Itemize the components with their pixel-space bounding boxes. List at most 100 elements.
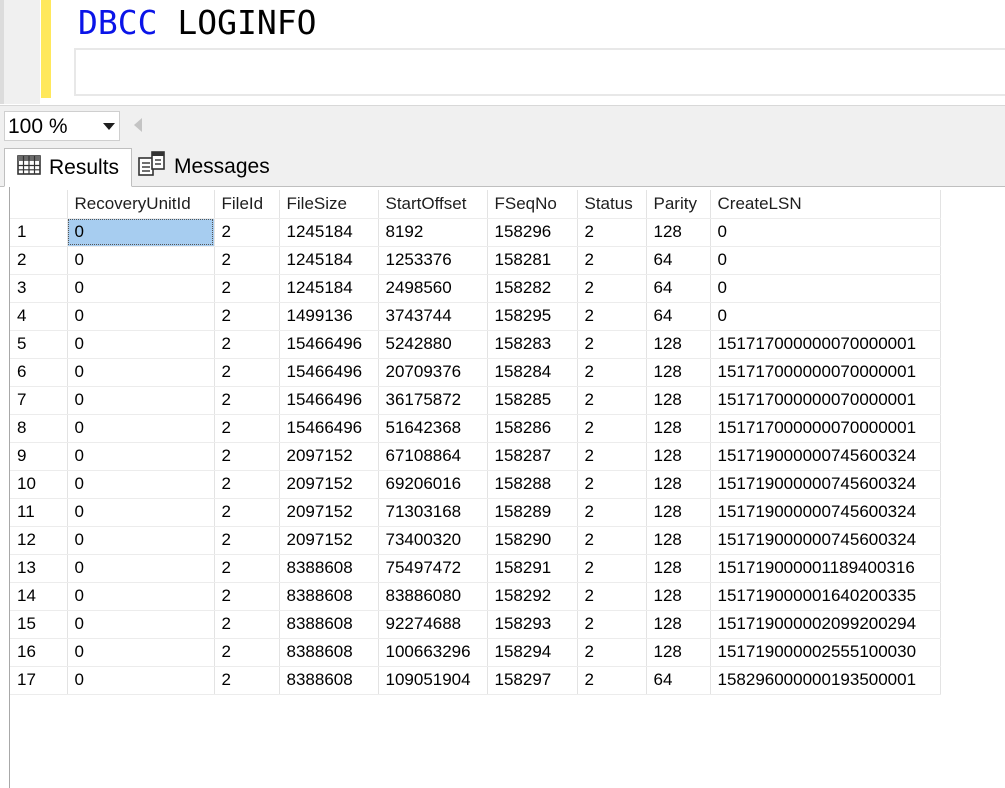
grid-cell[interactable]: 2 bbox=[214, 582, 280, 611]
grid-cell[interactable]: 2 bbox=[577, 442, 647, 471]
grid-cell[interactable]: 158283 bbox=[487, 330, 578, 359]
grid-cell[interactable]: 2 bbox=[577, 302, 647, 331]
results-grid-pane[interactable]: RecoveryUnitId FileId FileSize StartOffset F… bbox=[0, 187, 1005, 788]
grid-cell[interactable]: 2498560 bbox=[378, 274, 488, 303]
grid-cell[interactable]: 3743744 bbox=[378, 302, 488, 331]
grid-cell[interactable]: 15466496 bbox=[279, 358, 379, 387]
grid-cell[interactable]: 2 bbox=[214, 638, 280, 667]
grid-cell[interactable]: 2 bbox=[214, 218, 280, 247]
grid-cell[interactable]: 0 bbox=[710, 218, 941, 247]
row-number[interactable]: 15 bbox=[10, 610, 68, 639]
grid-cell[interactable]: 15466496 bbox=[279, 414, 379, 443]
grid-cell[interactable]: 36175872 bbox=[378, 386, 488, 415]
column-header[interactable]: FSeqNo bbox=[487, 190, 578, 219]
tab-messages[interactable]: Messages bbox=[136, 148, 276, 186]
grid-cell[interactable]: 158297 bbox=[487, 666, 578, 695]
grid-cell[interactable]: 151719000002555100030 bbox=[710, 638, 941, 667]
grid-cell[interactable]: 2 bbox=[577, 666, 647, 695]
grid-cell[interactable]: 2 bbox=[577, 414, 647, 443]
grid-cell[interactable]: 151719000000745600324 bbox=[710, 498, 941, 527]
grid-cell[interactable]: 8388608 bbox=[279, 666, 379, 695]
zoom-dropdown[interactable]: 100 % bbox=[4, 111, 120, 141]
grid-cell[interactable]: 2 bbox=[214, 666, 280, 695]
grid-cell[interactable]: 2 bbox=[214, 526, 280, 555]
grid-cell[interactable]: 2 bbox=[577, 218, 647, 247]
grid-cell[interactable]: 8388608 bbox=[279, 610, 379, 639]
grid-cell[interactable]: 2097152 bbox=[279, 470, 379, 499]
row-number[interactable]: 17 bbox=[10, 666, 68, 695]
grid-cell[interactable]: 0 bbox=[710, 274, 941, 303]
grid-cell[interactable]: 73400320 bbox=[378, 526, 488, 555]
grid-cell[interactable]: 8192 bbox=[378, 218, 488, 247]
table-row[interactable]: 7 0 2 15466496 36175872 158285 2 128 15171700000… bbox=[10, 386, 941, 415]
table-row[interactable]: 9 0 2 2097152 67108864 158287 2 128 151719000000… bbox=[10, 442, 941, 471]
grid-cell[interactable]: 2097152 bbox=[279, 442, 379, 471]
grid-cell[interactable]: 69206016 bbox=[378, 470, 488, 499]
table-row[interactable]: 17 0 2 8388608 109051904 158297 2 64 15829600000… bbox=[10, 666, 941, 695]
grid-cell[interactable]: 2 bbox=[577, 526, 647, 555]
column-header[interactable]: StartOffset bbox=[378, 190, 488, 219]
grid-cell[interactable]: 0 bbox=[67, 358, 215, 387]
row-number-header[interactable] bbox=[10, 190, 68, 219]
grid-cell[interactable]: 2 bbox=[214, 358, 280, 387]
grid-cell[interactable]: 1245184 bbox=[279, 274, 379, 303]
grid-cell[interactable]: 0 bbox=[67, 666, 215, 695]
table-row[interactable]: 1 0 2 1245184 8192 158296 2 128 0 bbox=[10, 218, 941, 247]
table-row[interactable]: 14 0 2 8388608 83886080 158292 2 128 15171900000… bbox=[10, 582, 941, 611]
table-row[interactable]: 11 0 2 2097152 71303168 158289 2 128 15171900000… bbox=[10, 498, 941, 527]
grid-cell[interactable]: 51642368 bbox=[378, 414, 488, 443]
grid-cell[interactable]: 8388608 bbox=[279, 554, 379, 583]
column-header[interactable]: Parity bbox=[646, 190, 711, 219]
grid-cell[interactable]: 128 bbox=[646, 442, 711, 471]
grid-cell[interactable]: 2 bbox=[214, 554, 280, 583]
grid-cell[interactable]: 151719000000745600324 bbox=[710, 442, 941, 471]
grid-cell[interactable]: 2 bbox=[214, 610, 280, 639]
grid-cell[interactable]: 0 bbox=[67, 414, 215, 443]
column-header[interactable]: Status bbox=[577, 190, 647, 219]
grid-cell[interactable]: 1253376 bbox=[378, 246, 488, 275]
row-number[interactable]: 6 bbox=[10, 358, 68, 387]
table-row[interactable]: 15 0 2 8388608 92274688 158293 2 128 15171900000… bbox=[10, 610, 941, 639]
grid-cell[interactable]: 2 bbox=[577, 498, 647, 527]
grid-cell[interactable]: 151717000000070000001 bbox=[710, 414, 941, 443]
grid-cell[interactable]: 0 bbox=[67, 218, 215, 247]
current-line-highlight[interactable] bbox=[74, 48, 1005, 96]
grid-cell[interactable]: 151719000000745600324 bbox=[710, 470, 941, 499]
grid-cell[interactable]: 2 bbox=[577, 246, 647, 275]
grid-cell[interactable]: 158293 bbox=[487, 610, 578, 639]
grid-cell[interactable]: 128 bbox=[646, 358, 711, 387]
column-header[interactable]: RecoveryUnitId bbox=[67, 190, 215, 219]
grid-cell[interactable]: 109051904 bbox=[378, 666, 488, 695]
grid-cell[interactable]: 64 bbox=[646, 302, 711, 331]
row-number[interactable]: 12 bbox=[10, 526, 68, 555]
grid-cell[interactable]: 158285 bbox=[487, 386, 578, 415]
grid-cell[interactable]: 128 bbox=[646, 386, 711, 415]
grid-cell[interactable]: 0 bbox=[67, 526, 215, 555]
grid-cell[interactable]: 1245184 bbox=[279, 246, 379, 275]
grid-cell[interactable]: 0 bbox=[67, 470, 215, 499]
table-row[interactable]: 5 0 2 15466496 5242880 158283 2 128 151717000000… bbox=[10, 330, 941, 359]
grid-cell[interactable]: 0 bbox=[67, 330, 215, 359]
grid-cell[interactable]: 0 bbox=[67, 498, 215, 527]
grid-cell[interactable]: 158289 bbox=[487, 498, 578, 527]
row-number[interactable]: 9 bbox=[10, 442, 68, 471]
row-number[interactable]: 16 bbox=[10, 638, 68, 667]
grid-cell[interactable]: 158286 bbox=[487, 414, 578, 443]
chevron-down-icon[interactable] bbox=[103, 123, 115, 130]
grid-cell[interactable]: 0 bbox=[67, 274, 215, 303]
grid-cell[interactable]: 0 bbox=[67, 554, 215, 583]
grid-cell[interactable]: 2 bbox=[214, 470, 280, 499]
code-line-1[interactable]: DBCC LOGINFO bbox=[78, 3, 316, 43]
grid-cell[interactable]: 128 bbox=[646, 582, 711, 611]
grid-cell[interactable]: 2 bbox=[214, 330, 280, 359]
grid-cell[interactable]: 151719000001640200335 bbox=[710, 582, 941, 611]
grid-cell[interactable]: 2 bbox=[577, 554, 647, 583]
grid-cell[interactable]: 71303168 bbox=[378, 498, 488, 527]
grid-cell[interactable]: 2 bbox=[577, 386, 647, 415]
grid-cell[interactable]: 158282 bbox=[487, 274, 578, 303]
grid-cell[interactable]: 2097152 bbox=[279, 526, 379, 555]
grid-cell[interactable]: 158281 bbox=[487, 246, 578, 275]
grid-cell[interactable]: 128 bbox=[646, 610, 711, 639]
grid-cell[interactable]: 83886080 bbox=[378, 582, 488, 611]
table-row[interactable]: 8 0 2 15466496 51642368 158286 2 128 15171700000… bbox=[10, 414, 941, 443]
